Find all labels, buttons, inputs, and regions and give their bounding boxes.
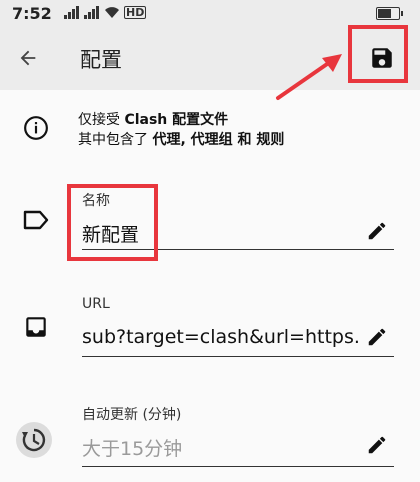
pencil-icon <box>368 222 386 240</box>
info-line-1-strong: Clash 配置文件 <box>124 112 229 128</box>
info-text: 仅接受 Clash 配置文件 其中包含了 代理, 代理组 和 规则 <box>78 110 284 150</box>
info-circle-icon <box>22 114 50 142</box>
info-line-1-prefix: 仅接受 <box>78 112 120 128</box>
url-edit-button[interactable] <box>364 324 390 350</box>
name-edit-button[interactable] <box>364 218 390 244</box>
inbox-icon <box>22 313 50 341</box>
info-line-2-strong: 代理, 代理组 和 规则 <box>152 132 285 148</box>
url-field-underline <box>82 356 394 357</box>
name-field-highlight-box <box>67 184 158 261</box>
auto-update-edit-button[interactable] <box>364 432 390 458</box>
pencil-icon <box>368 436 386 454</box>
info-line-2-prefix: 其中包含了 <box>78 132 148 148</box>
history-icon <box>14 420 54 460</box>
auto-update-field-underline <box>82 466 394 467</box>
url-field-label: URL <box>82 296 110 312</box>
url-field-input[interactable]: sub?target=clash&url=https... <box>82 326 360 348</box>
info-line-1: 仅接受 Clash 配置文件 <box>78 110 284 130</box>
label-tag-icon <box>22 206 50 234</box>
pencil-icon <box>368 328 386 346</box>
auto-update-field-label: 自动更新 (分钟) <box>82 407 182 423</box>
info-line-2: 其中包含了 代理, 代理组 和 规则 <box>78 130 284 150</box>
auto-update-field-input[interactable]: 大于15分钟 <box>82 434 352 461</box>
